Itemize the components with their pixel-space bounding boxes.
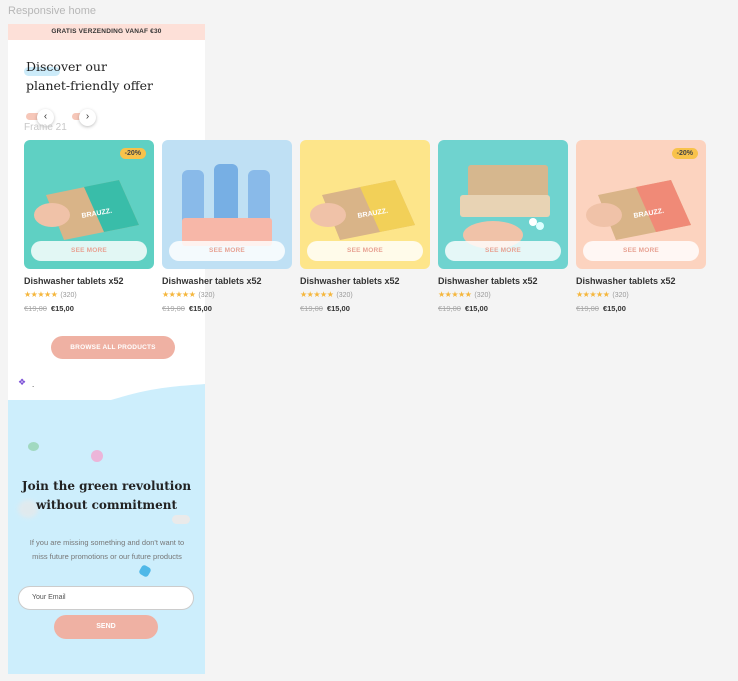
product-prices: €19,00 €15,00 [162, 304, 292, 313]
see-more-button[interactable]: SEE MORE [445, 241, 561, 261]
product-name[interactable]: Dishwasher tablets x52 [24, 276, 154, 286]
tablet-deco-white [172, 515, 190, 524]
old-price: €19,00 [24, 304, 47, 313]
email-field[interactable]: Your Email [18, 586, 194, 610]
discount-badge: -20% [119, 148, 146, 159]
wave-divider [8, 384, 205, 422]
product-prices: €19,00 €15,00 [300, 304, 430, 313]
see-more-button[interactable]: SEE MORE [31, 241, 147, 261]
tablet-deco-blue [138, 564, 152, 578]
product-card[interactable]: BRAUZZ. -20% SEE MORE Dishwasher tablets x5… [576, 140, 706, 313]
see-more-button[interactable]: SEE MORE [169, 241, 285, 261]
hero-title: Discover our planet-friendly offer [26, 57, 153, 95]
product-card[interactable]: SEE MORE Dishwasher tablets x52 ★★★★★ (320)… [438, 140, 568, 313]
product-card[interactable]: BRAUZZ. SEE MORE Dishwasher tablets x52 ★★★… [300, 140, 430, 313]
new-price: €15,00 [464, 304, 488, 313]
review-count: (320) [612, 292, 629, 299]
review-count: (320) [474, 292, 491, 299]
star-rating-icon: ★★★★★ [576, 290, 610, 299]
old-price: €19,00 [576, 304, 599, 313]
hero-title-line1: Discover our [26, 59, 107, 74]
newsletter-section: Join the green revolution without commit… [8, 384, 205, 674]
product-name[interactable]: Dishwasher tablets x52 [162, 276, 292, 286]
review-count: (320) [60, 292, 77, 299]
see-more-button[interactable]: SEE MORE [583, 241, 699, 261]
old-price: €19,00 [438, 304, 461, 313]
design-canvas: Responsive home GRATIS VERZENDING VANAF … [0, 0, 738, 681]
discount-badge: -20% [671, 148, 698, 159]
product-image[interactable]: SEE MORE [162, 140, 292, 269]
product-rating: ★★★★★ (320) [162, 290, 292, 299]
see-more-button[interactable]: SEE MORE [307, 241, 423, 261]
product-image[interactable]: BRAUZZ. SEE MORE [300, 140, 430, 269]
product-prices: €19,00 €15,00 [24, 304, 154, 313]
product-prices: €19,00 €15,00 [576, 304, 706, 313]
product-rating: ★★★★★ (320) [576, 290, 706, 299]
responsive-home-artboard: GRATIS VERZENDING VANAF €30 Discover our… [8, 24, 205, 674]
hero-title-line2: planet-friendly offer [26, 78, 154, 93]
product-name[interactable]: Dishwasher tablets x52 [300, 276, 430, 286]
newsletter-description: If you are missing something and don't w… [29, 538, 185, 561]
carousel-next-button[interactable]: › [79, 109, 96, 126]
new-price: €15,00 [188, 304, 212, 313]
new-price: €15,00 [50, 304, 74, 313]
frame-title[interactable]: Responsive home [8, 5, 96, 17]
new-price: €15,00 [602, 304, 626, 313]
old-price: €19,00 [162, 304, 185, 313]
product-image[interactable]: BRAUZZ. -20% SEE MORE [576, 140, 706, 269]
star-rating-icon: ★★★★★ [24, 290, 58, 299]
new-price: €15,00 [326, 304, 350, 313]
newsletter-title: Join the green revolution without commit… [18, 477, 195, 515]
newsletter-title-line2: without commitment [35, 498, 177, 512]
review-count: (320) [336, 292, 353, 299]
star-rating-icon: ★★★★★ [438, 290, 472, 299]
star-rating-icon: ★★★★★ [300, 290, 334, 299]
product-card[interactable]: SEE MORE Dishwasher tablets x52 ★★★★★ (320)… [162, 140, 292, 313]
product-name[interactable]: Dishwasher tablets x52 [576, 276, 706, 286]
product-name[interactable]: Dishwasher tablets x52 [438, 276, 568, 286]
tablet-deco-pink [91, 450, 103, 462]
product-image[interactable]: SEE MORE [438, 140, 568, 269]
send-button[interactable]: SEND [54, 615, 158, 639]
review-count: (320) [198, 292, 215, 299]
browse-all-products-button[interactable]: BROWSE ALL PRODUCTS [51, 336, 175, 359]
product-card[interactable]: BRAUZZ. -20% SEE MORE Dishwasher tablets x5… [24, 140, 154, 313]
product-rating: ★★★★★ (320) [300, 290, 430, 299]
product-prices: €19,00 €15,00 [438, 304, 568, 313]
newsletter-title-line1: Join the green revolution [21, 479, 192, 493]
product-rating: ★★★★★ (320) [438, 290, 568, 299]
inner-frame-label[interactable]: Frame 21 [24, 122, 67, 133]
tablet-deco-green [28, 442, 39, 451]
product-image[interactable]: BRAUZZ. -20% SEE MORE [24, 140, 154, 269]
product-rating: ★★★★★ (320) [24, 290, 154, 299]
old-price: €19,00 [300, 304, 323, 313]
star-rating-icon: ★★★★★ [162, 290, 196, 299]
promo-bar: GRATIS VERZENDING VANAF €30 [8, 24, 205, 40]
carousel-controls: ‹ › [26, 109, 106, 126]
